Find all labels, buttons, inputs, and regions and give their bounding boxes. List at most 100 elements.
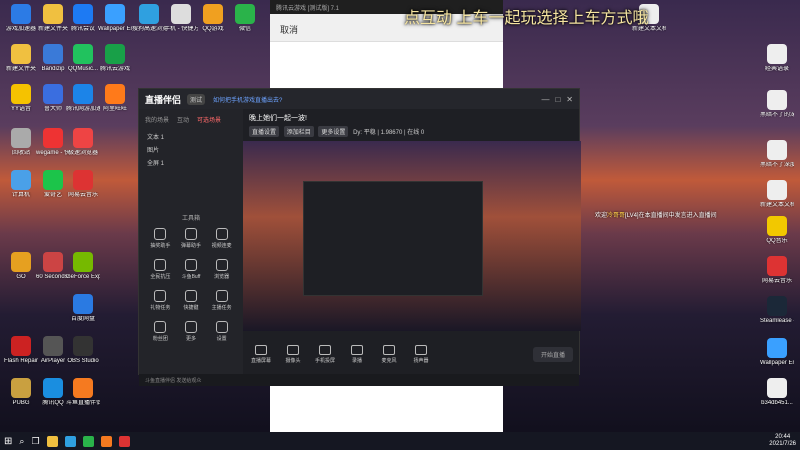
tab-optional-scene[interactable]: 可选场景 — [197, 115, 221, 124]
room-chip[interactable]: 添加栏目 — [283, 126, 314, 137]
desktop-icon[interactable]: b34db451... — [760, 378, 794, 407]
app-icon — [11, 84, 31, 104]
desktop-icon[interactable]: 百度网盘 — [66, 294, 100, 323]
scene-item[interactable]: 文本 1 — [139, 130, 243, 143]
tool-icon — [184, 228, 197, 240]
source-button[interactable]: 麦克风 — [377, 344, 401, 364]
scene-item[interactable]: 图片 — [139, 143, 243, 156]
file-icon — [767, 90, 787, 110]
desktop-icon[interactable]: 新建文本文档 — [760, 180, 794, 209]
desktop-icon[interactable]: AirPlayer — [36, 336, 70, 365]
desktop-icon[interactable]: Steamlease - 快捷方式 — [760, 296, 794, 325]
desktop-icon[interactable]: 回收站 — [4, 128, 38, 157]
desktop-icon[interactable]: 黑暗不了深度2.txt — [760, 140, 794, 169]
desktop-icon[interactable]: QQ音乐 — [760, 216, 794, 245]
desktop-icon[interactable]: Bandizip — [36, 44, 70, 73]
desktop-icon[interactable]: 经典语录 — [760, 44, 794, 73]
maximize-icon[interactable]: □ — [555, 95, 560, 104]
source-button[interactable]: 录播 — [345, 344, 369, 364]
desktop-icon[interactable]: 腾讯会议 — [66, 4, 100, 33]
room-chip[interactable]: 更多设置 — [318, 126, 349, 137]
explorer-icon[interactable] — [46, 435, 58, 447]
tab-interact[interactable]: 互动 — [177, 115, 189, 124]
wechat-icon[interactable] — [82, 435, 94, 447]
desktop-icon[interactable]: 斗鱼直播伴侣 — [66, 378, 100, 407]
room-chip[interactable]: 直播设置 — [249, 126, 280, 137]
live-app-window[interactable]: 直播伴侣 测试 如何把手机游戏直播出去? — □ ✕ 我的场景 互动 可选场景 … — [138, 88, 581, 386]
douyu-icon[interactable] — [100, 435, 112, 447]
desktop-icon[interactable]: wegame - 快捷方式 — [36, 128, 70, 157]
toolbox-item[interactable]: 斗鱼Buff — [176, 259, 207, 280]
toolbox-item[interactable]: 快捷键 — [176, 290, 207, 311]
desktop-icon[interactable]: Flash Repair — [4, 336, 38, 365]
desktop-icon[interactable]: GeForce Experience — [66, 252, 100, 281]
desktop-icon[interactable]: 腾讯网游加速器 — [66, 84, 100, 113]
desktop-icon[interactable]: GO — [4, 252, 38, 281]
desktop-icon[interactable]: QQMusic... — [66, 44, 100, 73]
desktop-icon[interactable]: Wallpaper Engine — [98, 4, 132, 33]
clock-date: 2021/7/26 — [769, 441, 796, 447]
netease-music-icon[interactable] — [118, 435, 130, 447]
file-icon — [767, 338, 787, 358]
toolbox-item[interactable]: 浏览器 — [206, 259, 237, 280]
app-icon — [11, 336, 31, 356]
toolbox-item[interactable]: 更多 — [176, 321, 207, 342]
toolbox-item[interactable]: 弹幕助手 — [176, 228, 207, 249]
source-label: 手机投屏 — [314, 357, 335, 364]
source-button[interactable]: 直播屏幕 — [249, 344, 273, 364]
toolbox-item[interactable]: 设置 — [206, 321, 237, 342]
desktop-icon[interactable]: PUBG — [4, 378, 38, 407]
desktop-icon[interactable]: OBS Studio — [66, 336, 100, 365]
desktop-icon[interactable]: 腾讯云游戏 — [98, 44, 132, 73]
desktop-icon-label: YY语音 — [10, 106, 31, 112]
app-icon — [73, 44, 93, 64]
close-icon[interactable]: ✕ — [566, 95, 573, 104]
desktop-icon[interactable]: 网易云音乐 — [760, 256, 794, 285]
desktop-icon[interactable]: 腾讯QQ — [36, 378, 70, 407]
desktop-icon[interactable]: 鲁大师 — [36, 84, 70, 113]
desktop-icon[interactable]: 手机 - 快捷方式 — [164, 4, 198, 33]
scene-item[interactable]: 全屏 1 — [139, 156, 243, 169]
minimize-icon[interactable]: — — [541, 95, 549, 104]
notice-link[interactable]: 如何把手机游戏直播出去? — [213, 95, 282, 104]
desktop-icon-label: wegame - 快捷方式 — [36, 150, 70, 156]
desktop-icon-label: 60 Seconds! Reatomized — [36, 274, 70, 280]
desktop-icon[interactable]: 搜狗高速浏览器 — [132, 4, 166, 33]
desktop-icon[interactable]: QQ游戏 — [196, 4, 230, 33]
toolbox-item[interactable]: 礼物任务 — [145, 290, 176, 311]
desktop-icon[interactable]: 黑暗不了的深度2.txt — [760, 90, 794, 119]
room-name[interactable]: 晚上她们一起一波! — [249, 113, 573, 123]
tool-label: 浏览器 — [214, 274, 230, 280]
desktop-icon[interactable]: 新建文件夹 — [36, 4, 70, 33]
desktop-icon[interactable]: 游戏加速器 — [4, 4, 38, 33]
desktop-icon[interactable]: 计算机 — [4, 170, 38, 199]
desktop-icon[interactable]: 阿里旺旺 — [98, 84, 132, 113]
tab-my-scene[interactable]: 我的场景 — [145, 115, 169, 124]
toolbox-item[interactable]: 粉丝团 — [145, 321, 176, 342]
source-icon — [383, 344, 395, 355]
toolbox-item[interactable]: 主播任务 — [206, 290, 237, 311]
search-icon[interactable]: ⌕ — [19, 436, 24, 447]
app-icon — [73, 294, 93, 314]
browser-icon[interactable] — [64, 435, 76, 447]
toolbox-item[interactable]: 全民抗压 — [145, 259, 176, 280]
task-view-icon[interactable]: ❐ — [31, 436, 39, 447]
desktop-icon[interactable]: 新建文件夹 — [4, 44, 38, 73]
desktop-icon[interactable]: 极速浏览器 — [66, 128, 100, 157]
desktop-icon[interactable]: 爱奇艺 — [36, 170, 70, 199]
toolbox-item[interactable]: 视频连麦 — [206, 228, 237, 249]
clock[interactable]: 20:44 2021/7/26 — [769, 434, 796, 448]
start-icon[interactable]: ⊞ — [4, 436, 12, 447]
desktop-icon[interactable]: 微信 — [228, 4, 262, 33]
desktop-icon[interactable]: Wallpaper Engine — [760, 338, 794, 367]
source-button[interactable]: 摄像头 — [281, 344, 305, 364]
toolbox-item[interactable]: 抽奖助手 — [145, 228, 176, 249]
desktop-icon-label: Steamlease - 快捷方式 — [760, 318, 794, 324]
source-button[interactable]: 扬声器 — [409, 344, 433, 364]
start-live-button[interactable]: 开始直播 — [532, 346, 573, 362]
desktop-icon[interactable]: 60 Seconds! Reatomized — [36, 252, 70, 281]
desktop-icon[interactable]: YY语音 — [4, 84, 38, 113]
source-button[interactable]: 手机投屏 — [313, 344, 337, 364]
desktop-icon[interactable]: 网易云音乐 — [66, 170, 100, 199]
desktop-icon-label: 计算机 — [11, 192, 30, 198]
